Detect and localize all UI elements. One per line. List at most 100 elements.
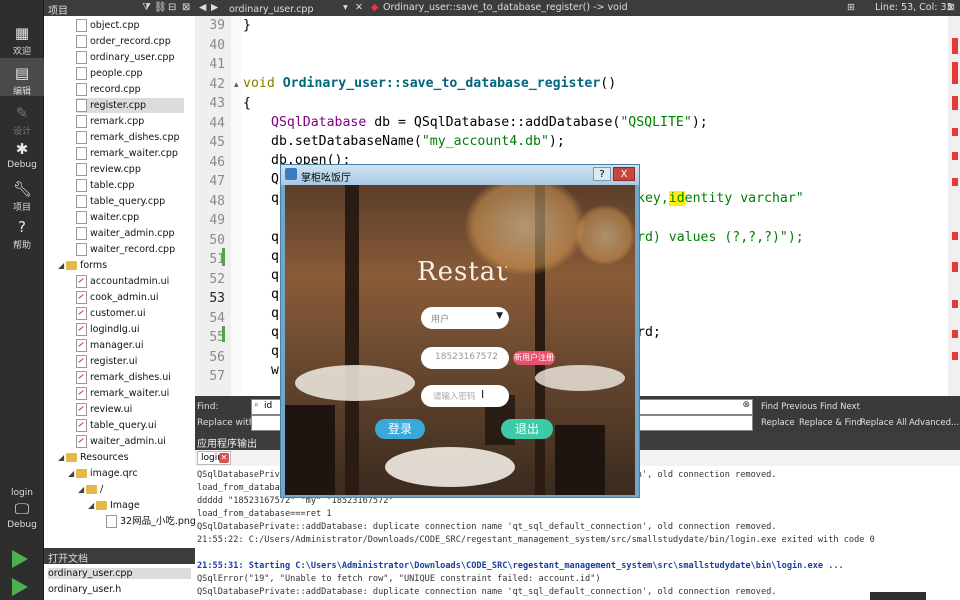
mode-label: 项目 <box>12 203 31 213</box>
tree-file[interactable]: cook_admin.ui <box>76 290 159 305</box>
file-icon <box>76 323 87 336</box>
line-number: 50 <box>209 232 225 248</box>
output-line: QSqlDatabasePrivate::addDatabase: duplic… <box>197 522 777 532</box>
close-document-icon[interactable]: ✕ <box>355 2 363 13</box>
tree-file[interactable]: waiter_admin.cpp <box>76 226 175 241</box>
search-hit-marker <box>952 128 958 136</box>
filter-icon[interactable]: ⧩ <box>142 2 151 13</box>
tree-file[interactable]: review.ui <box>76 402 132 417</box>
tree-folder[interactable]: ◢ forms <box>58 258 107 273</box>
login-button[interactable]: 登录 <box>375 419 425 439</box>
tree-file[interactable]: waiter_record.cpp <box>76 242 175 257</box>
tree-folder[interactable]: ◢ / <box>78 482 103 497</box>
nav-back-icon[interactable]: ◀ <box>199 2 206 13</box>
close-button[interactable]: X <box>613 167 635 181</box>
expand-arrow-icon[interactable]: ◢ <box>78 482 86 497</box>
mode-help[interactable]: ? 帮助 <box>0 218 44 251</box>
tree-file[interactable]: register.ui <box>76 354 137 369</box>
tree-file[interactable]: logindlg.ui <box>76 322 140 337</box>
tree-file[interactable]: 32网品_小吃.png <box>106 514 196 529</box>
close-icon[interactable]: ⊠ <box>182 2 190 13</box>
fold-arrow-icon[interactable]: ▴ <box>234 80 239 90</box>
mode-design[interactable]: ✎ 设计 <box>0 104 44 137</box>
tree-file[interactable]: remark.cpp <box>76 114 144 129</box>
mode-welcome[interactable]: ▦ 欢迎 <box>0 24 44 57</box>
tree-file[interactable]: table.cpp <box>76 178 134 193</box>
expand-arrow-icon[interactable]: ◢ <box>58 258 66 273</box>
tree-folder[interactable]: ◢ Image <box>88 498 140 513</box>
tree-item-label: Resources <box>80 452 129 463</box>
tree-file[interactable]: customer.ui <box>76 306 146 321</box>
tree-file[interactable]: register.cpp <box>76 98 184 113</box>
user-type-select[interactable]: 用户 ▼ <box>421 307 509 329</box>
mode-projects[interactable]: 🔧︎ 项目 <box>0 180 44 213</box>
split-icon[interactable]: ⊟ <box>168 2 176 13</box>
tree-file[interactable]: order_record.cpp <box>76 34 171 49</box>
chair <box>555 425 605 495</box>
expand-arrow-icon[interactable]: ◢ <box>58 450 66 465</box>
replace-button[interactable]: Replace <box>761 418 795 428</box>
open-doc-item[interactable]: ordinary_user.h <box>48 584 121 595</box>
restaurant-background: Restaura 用户 ▼ 18523167572 新用户注册 请输入密码 Ⅰ … <box>285 185 635 495</box>
tree-file[interactable]: remark_waiter.ui <box>76 386 169 401</box>
split-editor-icon[interactable]: ⊞ <box>847 2 855 13</box>
file-icon <box>76 83 87 96</box>
expand-arrow-icon[interactable]: ◢ <box>68 466 76 481</box>
tree-file[interactable]: table_query.cpp <box>76 194 165 209</box>
open-doc-item[interactable]: ordinary_user.cpp <box>48 568 191 579</box>
code-line-48: q <box>271 191 279 206</box>
phone-input[interactable]: 18523167572 <box>421 347 509 369</box>
tree-file[interactable]: remark_waiter.cpp <box>76 146 178 161</box>
tree-item-label: / <box>100 484 104 495</box>
file-icon <box>76 355 87 368</box>
tree-file[interactable]: people.cpp <box>76 66 143 81</box>
mode-edit[interactable]: ▤ 编辑 <box>0 58 44 97</box>
file-icon <box>76 227 87 240</box>
symbol-combo[interactable]: Ordinary_user::save_to_database_register… <box>383 2 628 13</box>
tree-file[interactable]: remark_dishes.cpp <box>76 130 180 145</box>
close-editor-icon[interactable]: ⊠ <box>947 2 955 13</box>
search-hit-marker <box>952 96 958 110</box>
tree-item-label: customer.ui <box>90 308 146 319</box>
file-icon <box>76 195 87 208</box>
line-number: 46 <box>209 154 225 170</box>
tree-file[interactable]: waiter.cpp <box>76 210 139 225</box>
tree-file[interactable]: ordinary_user.cpp <box>76 50 175 65</box>
tree-file[interactable]: record.cpp <box>76 82 141 97</box>
line-number: 47 <box>209 174 225 189</box>
run-icon[interactable] <box>12 550 28 568</box>
clear-icon[interactable]: ⊗ <box>742 400 750 410</box>
tree-file[interactable]: object.cpp <box>76 18 140 33</box>
find-previous-button[interactable]: Find Previous <box>761 402 817 412</box>
tree-folder[interactable]: ◢ image.qrc <box>68 466 138 481</box>
chevron-down-icon[interactable]: ▾ <box>343 2 348 13</box>
tree-file[interactable]: table_query.ui <box>76 418 157 433</box>
line-number: 44 <box>209 115 225 131</box>
close-tab-icon[interactable]: ✕ <box>219 453 229 463</box>
find-next-button[interactable]: Find Next <box>820 402 860 412</box>
tree-folder[interactable]: ◢ Resources <box>58 450 129 465</box>
dialog-title-bar[interactable]: 掌柜吆饭厅 ? X <box>281 165 639 185</box>
replace-all-button[interactable]: Replace All <box>860 418 907 428</box>
advanced-button[interactable]: Advanced... <box>909 418 959 428</box>
tree-item-label: Image <box>110 500 140 511</box>
dialog-title: 掌柜吆饭厅 <box>301 173 351 184</box>
help-button[interactable]: ? <box>593 167 611 181</box>
exit-button[interactable]: 退出 <box>501 419 553 439</box>
output-tab-login[interactable]: login ✕ <box>197 451 231 465</box>
file-icon <box>76 291 87 304</box>
link-icon[interactable]: ⛓︎ <box>154 2 167 13</box>
tree-file[interactable]: manager.ui <box>76 338 144 353</box>
expand-arrow-icon[interactable]: ◢ <box>88 498 96 513</box>
tree-file[interactable]: remark_dishes.ui <box>76 370 171 385</box>
replace-find-button[interactable]: Replace & Find <box>799 418 862 428</box>
tree-file[interactable]: review.cpp <box>76 162 141 177</box>
tree-file[interactable]: accountadmin.ui <box>76 274 169 289</box>
tree-file[interactable]: waiter_admin.ui <box>76 434 166 449</box>
debug-run-icon[interactable] <box>12 578 28 596</box>
mode-debug[interactable]: ✱ Debug <box>0 140 44 170</box>
password-input[interactable]: 请输入密码 <box>421 385 509 407</box>
kit-selector[interactable]: login 🖵︎ Debug <box>0 488 44 530</box>
nav-forward-icon[interactable]: ▶ <box>211 2 218 13</box>
register-link[interactable]: 新用户注册 <box>513 351 555 365</box>
